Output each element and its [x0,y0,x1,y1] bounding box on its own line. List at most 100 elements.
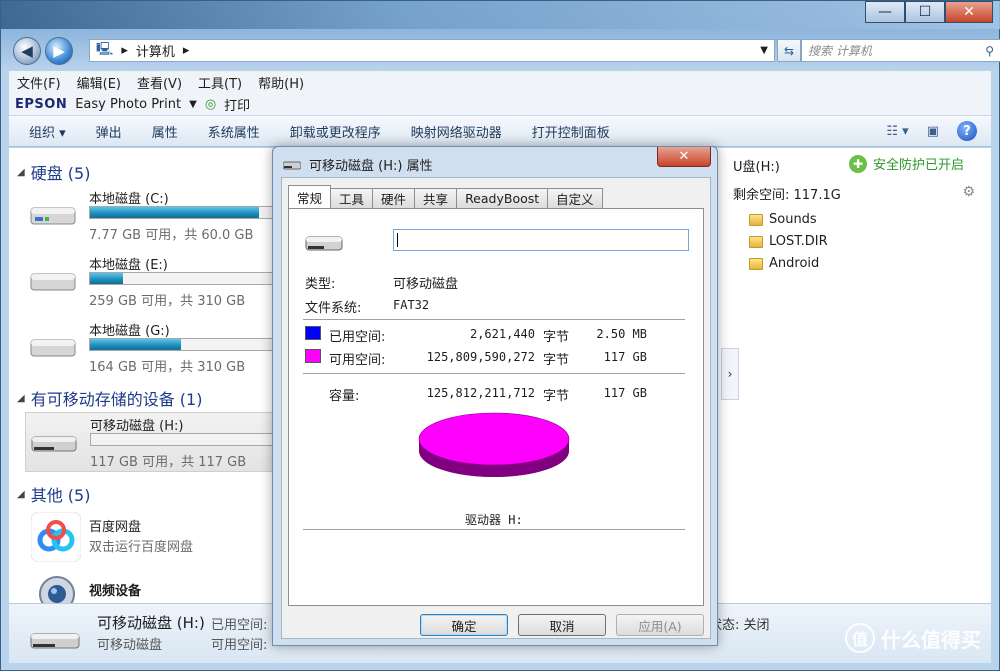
drive-free-space: 117 GB 可用，共 117 GB [90,455,247,470]
divider [303,319,685,320]
address-dropdown-icon[interactable]: ▼ [760,45,768,56]
details-status: 状态: 关闭 [709,618,770,633]
drive-e[interactable]: 本地磁盘 (E:) 259 GB 可用，共 310 GB [25,252,285,312]
folder-name: Sounds [769,212,817,227]
view-options-icon[interactable]: ☷ ▾ [886,124,908,139]
navigation-row: ◀ ▶ 🖳 ▸ 计算机 ▸ ▼ ⇆ 搜索 计算机 ⚲ [9,35,1000,65]
details-used-label: 已用空间: [211,618,268,633]
map-network-drive-button[interactable]: 映射网络驱动器 [411,122,502,141]
tab-general[interactable]: 常规 [288,185,332,208]
print-icon: ◎ [204,96,217,112]
usage-fill [90,339,182,350]
help-icon[interactable]: ? [957,121,977,141]
uninstall-program-button[interactable]: 卸载或更改程序 [290,122,381,141]
removable-drive-icon [30,633,80,649]
preview-pane-icon[interactable]: ▣ [927,124,939,139]
folder-item[interactable]: LOST.DIR [749,234,828,249]
organize-button[interactable]: 组织 ▾ [29,122,66,141]
toolbar-right: ☷ ▾ ▣ ? [886,121,977,141]
search-input[interactable]: 搜索 计算机 ⚲ [801,39,1000,62]
filesystem-label: 文件系统: [305,301,362,316]
group-header-hdd[interactable]: ◢ 硬盘 (5) [17,160,90,184]
system-properties-button[interactable]: 系统属性 [208,122,260,141]
menu-view[interactable]: 查看(V) [137,73,182,92]
group-header-other[interactable]: ◢ 其他 (5) [17,482,90,506]
gear-icon[interactable]: ⚙ [962,184,975,200]
tab-readyboost[interactable]: ReadyBoost [456,188,549,208]
apply-button[interactable]: 应用(A) [616,614,704,636]
cancel-button[interactable]: 取消 [518,614,606,636]
drive-free-space: 259 GB 可用，共 310 GB [89,294,246,309]
properties-button[interactable]: 属性 [152,122,178,141]
command-bar: 组织 ▾ 弹出 属性 系统属性 卸载或更改程序 映射网络驱动器 打开控制面板 ☷… [9,115,991,147]
baidu-netdisk-item[interactable]: 百度网盘 双击运行百度网盘 [25,508,285,564]
usage-fill [90,207,259,218]
epson-logo: EPSON [15,96,68,112]
baidu-netdisk-icon [31,512,81,562]
general-panel: 类型: 可移动磁盘 文件系统: FAT32 已用空间: 2,621,440 字节… [288,208,704,606]
tab-strip: 常规 工具 硬件 共享 ReadyBoost 自定义 [288,185,603,208]
ok-button[interactable]: 确定 [420,614,508,636]
drive-h[interactable]: 可移动磁盘 (H:) 117 GB 可用，共 117 GB [25,412,286,472]
arrow-left-icon: ◀ [21,42,33,60]
security-status[interactable]: ✚ 安全防护已开启 [849,154,964,173]
volume-label-input[interactable] [393,229,689,251]
capacity-label: 容量: [329,389,360,404]
minimize-button[interactable]: — [865,1,905,23]
refresh-icon: ⇆ [783,43,795,58]
address-bar[interactable]: 🖳 ▸ 计算机 ▸ ▼ [89,39,775,62]
divider [303,529,685,530]
menu-edit[interactable]: 编辑(E) [77,73,121,92]
breadcrumb-separator-icon: ▸ [121,43,128,58]
close-button[interactable]: ✕ [945,1,993,23]
folder-item[interactable]: Android [749,256,819,271]
drive-name: 本地磁盘 (E:) [89,258,168,273]
menu-tools[interactable]: 工具(T) [198,73,242,92]
drive-g[interactable]: 本地磁盘 (G:) 164 GB 可用，共 310 GB [25,318,285,378]
epson-app-button[interactable]: Easy Photo Print [75,97,181,112]
open-control-panel-button[interactable]: 打开控制面板 [532,122,610,141]
pane-drive-title: U盘(H:) [733,160,780,175]
eject-button[interactable]: 弹出 [96,122,122,141]
folder-item[interactable]: Sounds [749,212,817,227]
epson-dropdown-icon[interactable]: ▼ [189,99,197,110]
free-space-unit: 字节 [543,353,570,368]
group-title: 硬盘 (5) [30,164,91,183]
dialog-close-button[interactable]: ✕ [657,147,711,167]
tab-customize[interactable]: 自定义 [547,188,603,208]
group-header-removable[interactable]: ◢ 有可移动存储的设备 (1) [17,386,202,410]
tab-sharing[interactable]: 共享 [414,188,458,208]
usage-bar [90,433,286,446]
title-bar[interactable] [1,1,1000,29]
caption-buttons: — ☐ ✕ [865,1,993,23]
free-space-bytes: 125,809,590,272 [426,350,535,364]
drive-letter-label: 驱动器 H: [465,513,523,527]
tab-hardware[interactable]: 硬件 [372,188,416,208]
forward-button[interactable]: ▶ [45,37,73,65]
capacity-bytes: 125,812,211,712 [426,386,535,400]
print-button[interactable]: 打印 [224,95,250,114]
menu-help[interactable]: 帮助(H) [258,73,304,92]
back-button[interactable]: ◀ [13,37,41,65]
refresh-button[interactable]: ⇆ [777,39,801,62]
smzdm-logo: 值 [845,623,875,653]
tab-tools[interactable]: 工具 [330,188,374,208]
dialog-title: 可移动磁盘 (H:) 属性 [309,159,433,174]
collapse-icon: ◢ [17,166,25,178]
dialog-body: 常规 工具 硬件 共享 ReadyBoost 自定义 类型: 可移动磁盘 文件系… [281,177,711,639]
usage-bar [89,338,285,351]
folder-icon [749,257,763,270]
pane-scroll-button[interactable]: › [721,348,739,400]
breadcrumb-computer[interactable]: 计算机 [136,41,175,60]
used-space-bytes: 2,621,440 [469,327,535,341]
collapse-icon: ◢ [17,488,25,500]
removable-drive-icon [283,161,301,169]
search-icon[interactable]: ⚲ [985,44,994,58]
properties-dialog: 可移动磁盘 (H:) 属性 ✕ 常规 工具 硬件 共享 ReadyBoost 自… [272,146,718,646]
drive-c[interactable]: 本地磁盘 (C:) 7.77 GB 可用，共 60.0 GB [25,186,285,246]
maximize-button[interactable]: ☐ [905,1,945,23]
drive-free-space: 7.77 GB 可用，共 60.0 GB [89,228,254,243]
video-device-item[interactable]: 视频设备 [25,572,285,603]
dialog-title-bar[interactable]: 可移动磁盘 (H:) 属性 [283,155,433,174]
menu-file[interactable]: 文件(F) [17,73,61,92]
